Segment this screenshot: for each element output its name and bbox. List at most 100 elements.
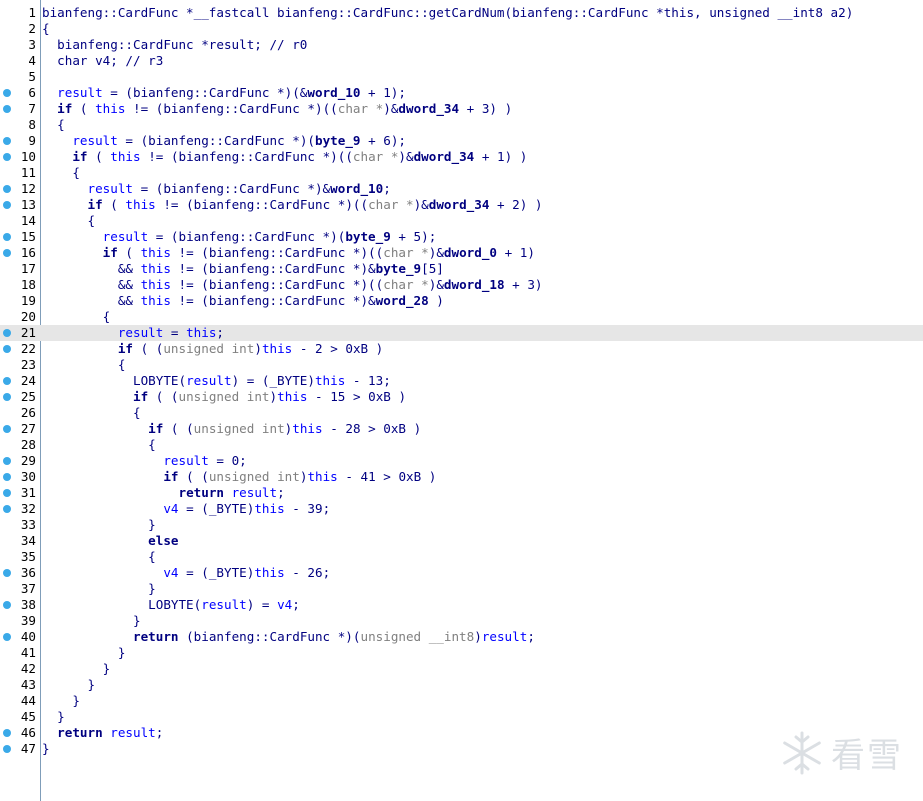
code-line[interactable]: 32 v4 = (_BYTE)this - 39; <box>0 501 923 517</box>
breakpoint-marker-icon[interactable] <box>3 185 11 193</box>
gutter-cell[interactable]: 4 <box>0 53 40 69</box>
gutter-cell[interactable]: 17 <box>0 261 40 277</box>
gutter-cell[interactable]: 9 <box>0 133 40 149</box>
breakpoint-marker-icon[interactable] <box>3 249 11 257</box>
code-line[interactable]: 5 <box>0 69 923 85</box>
gutter-cell[interactable]: 15 <box>0 229 40 245</box>
code-line[interactable]: 16 if ( this != (bianfeng::CardFunc *)((… <box>0 245 923 261</box>
gutter-cell[interactable]: 28 <box>0 437 40 453</box>
breakpoint-marker-icon[interactable] <box>3 137 11 145</box>
gutter-cell[interactable]: 32 <box>0 501 40 517</box>
gutter-cell[interactable]: 26 <box>0 405 40 421</box>
code-line[interactable]: 42 } <box>0 661 923 677</box>
code-line[interactable]: 41 } <box>0 645 923 661</box>
code-line[interactable]: 17 && this != (bianfeng::CardFunc *)&byt… <box>0 261 923 277</box>
code-line[interactable]: 44 } <box>0 693 923 709</box>
gutter-cell[interactable]: 6 <box>0 85 40 101</box>
gutter-cell[interactable]: 43 <box>0 677 40 693</box>
code-line[interactable]: 12 result = (bianfeng::CardFunc *)&word_… <box>0 181 923 197</box>
breakpoint-marker-icon[interactable] <box>3 233 11 241</box>
breakpoint-marker-icon[interactable] <box>3 377 11 385</box>
code-line[interactable]: 6 result = (bianfeng::CardFunc *)(&word_… <box>0 85 923 101</box>
gutter-cell[interactable]: 47 <box>0 741 40 757</box>
code-line[interactable]: 35 { <box>0 549 923 565</box>
gutter-cell[interactable]: 30 <box>0 469 40 485</box>
code-line[interactable]: 14 { <box>0 213 923 229</box>
gutter-cell[interactable]: 18 <box>0 277 40 293</box>
gutter-cell[interactable]: 12 <box>0 181 40 197</box>
gutter-cell[interactable]: 31 <box>0 485 40 501</box>
code-line[interactable]: 18 && this != (bianfeng::CardFunc *)((ch… <box>0 277 923 293</box>
code-line[interactable]: 10 if ( this != (bianfeng::CardFunc *)((… <box>0 149 923 165</box>
gutter-cell[interactable]: 23 <box>0 357 40 373</box>
code-line[interactable]: 30 if ( (unsigned int)this - 41 > 0xB ) <box>0 469 923 485</box>
breakpoint-marker-icon[interactable] <box>3 473 11 481</box>
code-line[interactable]: 27 if ( (unsigned int)this - 28 > 0xB ) <box>0 421 923 437</box>
gutter-cell[interactable]: 1 <box>0 5 40 21</box>
code-line[interactable]: 11 { <box>0 165 923 181</box>
code-line[interactable]: 25 if ( (unsigned int)this - 15 > 0xB ) <box>0 389 923 405</box>
code-line[interactable]: 33 } <box>0 517 923 533</box>
code-line[interactable]: 28 { <box>0 437 923 453</box>
code-line[interactable]: 2{ <box>0 21 923 37</box>
gutter-cell[interactable]: 13 <box>0 197 40 213</box>
code-line[interactable]: 37 } <box>0 581 923 597</box>
gutter-cell[interactable]: 24 <box>0 373 40 389</box>
pseudocode-view[interactable]: 1 bianfeng::CardFunc *__fastcall bianfeng… <box>0 0 923 801</box>
gutter-cell[interactable]: 21 <box>0 325 40 341</box>
gutter-cell[interactable]: 34 <box>0 533 40 549</box>
code-line[interactable]: 19 && this != (bianfeng::CardFunc *)&wor… <box>0 293 923 309</box>
gutter-cell[interactable]: 20 <box>0 309 40 325</box>
gutter-cell[interactable]: 38 <box>0 597 40 613</box>
code-line[interactable]: 8 { <box>0 117 923 133</box>
breakpoint-marker-icon[interactable] <box>3 201 11 209</box>
gutter-cell[interactable]: 29 <box>0 453 40 469</box>
code-line[interactable]: 23 { <box>0 357 923 373</box>
gutter-cell[interactable]: 27 <box>0 421 40 437</box>
breakpoint-marker-icon[interactable] <box>3 89 11 97</box>
gutter-cell[interactable]: 19 <box>0 293 40 309</box>
breakpoint-marker-icon[interactable] <box>3 569 11 577</box>
breakpoint-marker-icon[interactable] <box>3 425 11 433</box>
code-line[interactable]: 26 { <box>0 405 923 421</box>
code-line[interactable]: 13 if ( this != (bianfeng::CardFunc *)((… <box>0 197 923 213</box>
gutter-cell[interactable]: 25 <box>0 389 40 405</box>
code-line[interactable]: 45 } <box>0 709 923 725</box>
code-line[interactable]: 22 if ( (unsigned int)this - 2 > 0xB ) <box>0 341 923 357</box>
code-line[interactable]: 38 LOBYTE(result) = v4; <box>0 597 923 613</box>
code-line[interactable]: 29 result = 0; <box>0 453 923 469</box>
gutter-cell[interactable]: 11 <box>0 165 40 181</box>
breakpoint-marker-icon[interactable] <box>3 601 11 609</box>
breakpoint-marker-icon[interactable] <box>3 105 11 113</box>
gutter-cell[interactable]: 39 <box>0 613 40 629</box>
gutter-cell[interactable]: 8 <box>0 117 40 133</box>
code-line[interactable]: 34 else <box>0 533 923 549</box>
code-line[interactable]: 7 if ( this != (bianfeng::CardFunc *)((c… <box>0 101 923 117</box>
breakpoint-marker-icon[interactable] <box>3 393 11 401</box>
breakpoint-marker-icon[interactable] <box>3 745 11 753</box>
breakpoint-marker-icon[interactable] <box>3 329 11 337</box>
breakpoint-marker-icon[interactable] <box>3 153 11 161</box>
breakpoint-marker-icon[interactable] <box>3 489 11 497</box>
gutter-cell[interactable]: 22 <box>0 341 40 357</box>
gutter-cell[interactable]: 33 <box>0 517 40 533</box>
gutter-cell[interactable]: 10 <box>0 149 40 165</box>
code-line[interactable]: 24 LOBYTE(result) = (_BYTE)this - 13; <box>0 373 923 389</box>
gutter-cell[interactable]: 7 <box>0 101 40 117</box>
code-line[interactable]: 3 bianfeng::CardFunc *result; // r0 <box>0 37 923 53</box>
code-line[interactable]: 1 bianfeng::CardFunc *__fastcall bianfeng… <box>0 5 923 21</box>
breakpoint-marker-icon[interactable] <box>3 505 11 513</box>
breakpoint-marker-icon[interactable] <box>3 345 11 353</box>
code-line[interactable]: 43 } <box>0 677 923 693</box>
gutter-cell[interactable]: 16 <box>0 245 40 261</box>
code-line[interactable]: 15 result = (bianfeng::CardFunc *)(byte_… <box>0 229 923 245</box>
gutter-cell[interactable]: 40 <box>0 629 40 645</box>
breakpoint-marker-icon[interactable] <box>3 729 11 737</box>
gutter-cell[interactable]: 35 <box>0 549 40 565</box>
breakpoint-marker-icon[interactable] <box>3 457 11 465</box>
code-line[interactable]: 36 v4 = (_BYTE)this - 26; <box>0 565 923 581</box>
gutter-cell[interactable]: 2 <box>0 21 40 37</box>
gutter-cell[interactable]: 45 <box>0 709 40 725</box>
gutter-cell[interactable]: 3 <box>0 37 40 53</box>
gutter-cell[interactable]: 14 <box>0 213 40 229</box>
